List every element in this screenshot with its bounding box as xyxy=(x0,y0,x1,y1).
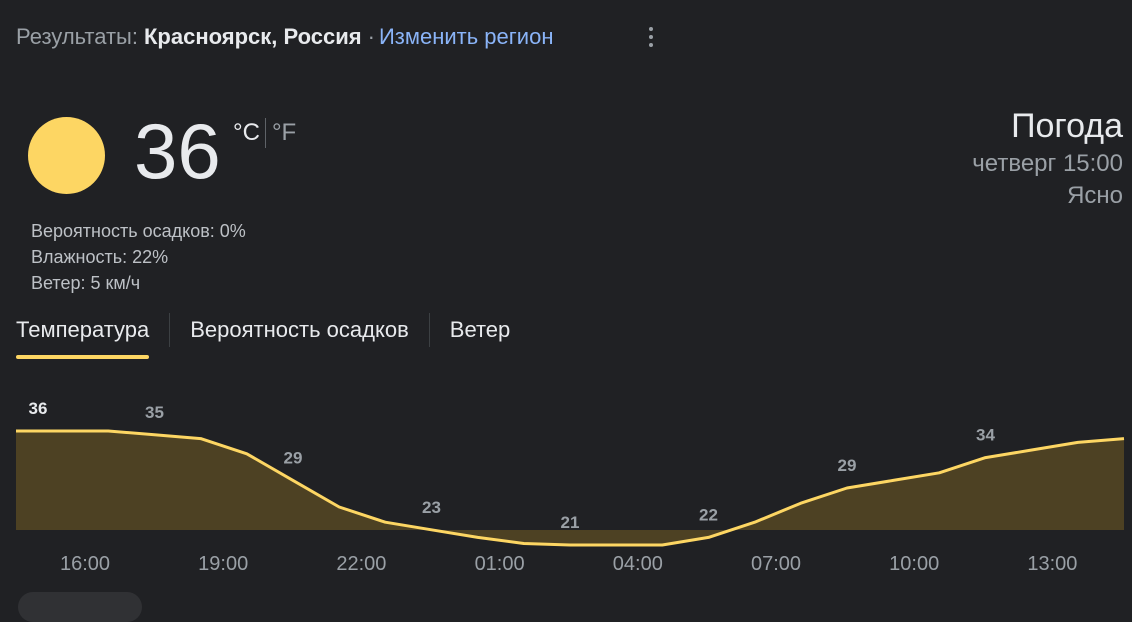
unit-switcher: °C °F xyxy=(233,118,296,148)
time-tick-label: 01:00 xyxy=(475,553,525,575)
precipitation-chance: Вероятность осадков: 0% xyxy=(31,221,246,241)
time-tick-label: 10:00 xyxy=(889,553,939,575)
time-tick-label: 22:00 xyxy=(336,553,386,575)
separator-dot: · xyxy=(367,24,375,49)
temperature-point-label: 29 xyxy=(284,448,303,467)
time-tick-label: 19:00 xyxy=(198,553,248,575)
weather-condition: Ясно xyxy=(1067,182,1123,209)
search-results-header: Результаты: Красноярск, Россия · Изменит… xyxy=(16,22,553,52)
wind-speed: Ветер: 5 км/ч xyxy=(31,273,141,293)
more-options-icon[interactable] xyxy=(641,24,661,50)
temperature-point-label: 36 xyxy=(29,399,48,418)
time-tick-label: 07:00 xyxy=(751,553,801,575)
weather-datetime: четверг 15:00 xyxy=(972,150,1123,177)
change-region-link[interactable]: Изменить регион xyxy=(379,22,554,52)
weather-details: Вероятность осадков: 0% Влажность: 22% В… xyxy=(31,218,246,296)
tab-temperature[interactable]: Температура xyxy=(16,313,150,359)
fahrenheit-button[interactable]: °F xyxy=(272,118,296,148)
weather-summary: Погода четверг 15:00 Ясно xyxy=(972,104,1123,212)
location-name: Красноярск, Россия xyxy=(143,24,362,49)
results-prefix: Результаты: xyxy=(16,24,138,49)
sun-icon xyxy=(28,117,105,194)
time-tick-label: 04:00 xyxy=(613,553,663,575)
temperature-point-label: 34 xyxy=(976,426,995,445)
celsius-button[interactable]: °C xyxy=(233,118,260,148)
current-temperature: 36 xyxy=(134,107,221,195)
temperature-point-label: 35 xyxy=(145,403,164,422)
tab-wind[interactable]: Ветер xyxy=(450,313,510,359)
weather-title: Погода xyxy=(1011,107,1123,145)
temperature-point-label: 23 xyxy=(422,498,441,517)
tab-divider xyxy=(169,313,171,347)
temperature-point-label: 21 xyxy=(561,513,580,532)
unit-divider xyxy=(264,118,266,148)
time-tick-label: 16:00 xyxy=(60,553,110,575)
partial-chip xyxy=(18,592,142,622)
tab-divider xyxy=(428,313,430,347)
time-tick-label: 13:00 xyxy=(1027,553,1077,575)
temperature-chart: 36 35 29 23 21 22 29 34 16:00 19:00 22:00 01:00 04:… xyxy=(16,399,1125,575)
tab-precipitation[interactable]: Вероятность осадков xyxy=(190,313,409,359)
weather-tabs: Температура Вероятность осадков Ветер xyxy=(16,313,510,361)
temperature-point-label: 22 xyxy=(699,505,718,524)
humidity: Влажность: 22% xyxy=(31,247,169,267)
temperature-point-label: 29 xyxy=(838,456,857,475)
